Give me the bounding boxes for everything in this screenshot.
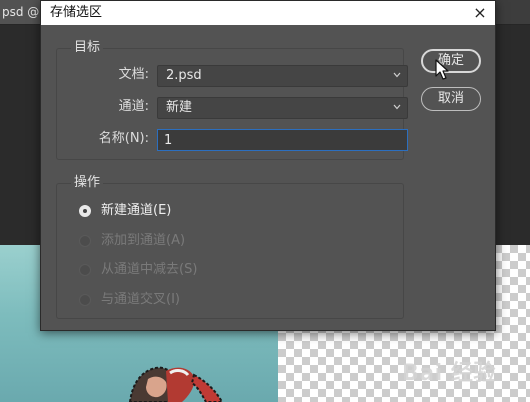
target-group: 目标 文档: 2.psd 通道: 新建 名称(N): [56, 40, 408, 160]
radio-intersect-with-channel-label: 与通道交叉(I) [101, 292, 180, 307]
name-label: 名称(N): [98, 131, 149, 146]
radio-button-disabled[interactable] [79, 264, 91, 276]
radio-button-disabled[interactable] [79, 294, 91, 306]
operation-group-label: 操作 [71, 175, 104, 191]
document-tab[interactable]: psd @ [0, 0, 44, 24]
document-select-value: 2.psd [166, 68, 202, 83]
channel-label: 通道: [118, 99, 149, 114]
document-label: 文档: [118, 67, 149, 82]
radio-add-to-channel-label: 添加到通道(A) [101, 233, 186, 248]
document-tab-label: psd @ [2, 5, 40, 19]
name-input[interactable] [157, 129, 408, 151]
close-icon[interactable]: × [471, 1, 489, 25]
radio-button-disabled[interactable] [79, 235, 91, 247]
dialog-titlebar[interactable]: 存储选区 × [41, 1, 495, 25]
cancel-button[interactable]: 取消 [421, 87, 481, 111]
dialog-title: 存储选区 [50, 5, 103, 20]
mouse-cursor-icon [435, 59, 449, 80]
radio-subtract-from-channel-label: 从通道中减去(S) [101, 262, 198, 277]
save-selection-dialog: 存储选区 × 目标 文档: 2.psd 通道: 新建 名称(N): 操作 新建通… [40, 0, 496, 331]
radio-button-selected[interactable] [79, 205, 91, 217]
chevron-down-icon [393, 72, 401, 78]
ok-button[interactable]: 确定 [421, 49, 481, 73]
watermark-logo: Bai 经验 [402, 361, 496, 386]
person-cutout-image [128, 366, 224, 402]
radio-new-channel-label: 新建通道(E) [101, 203, 172, 218]
channel-select[interactable]: 新建 [157, 97, 408, 119]
operation-group: 操作 新建通道(E) 添加到通道(A) 从通道中减去(S) 与通道交叉(I) [56, 175, 404, 319]
channel-select-value: 新建 [166, 100, 193, 115]
target-group-label: 目标 [71, 40, 104, 56]
document-select[interactable]: 2.psd [157, 65, 408, 87]
chevron-down-icon [393, 104, 401, 110]
